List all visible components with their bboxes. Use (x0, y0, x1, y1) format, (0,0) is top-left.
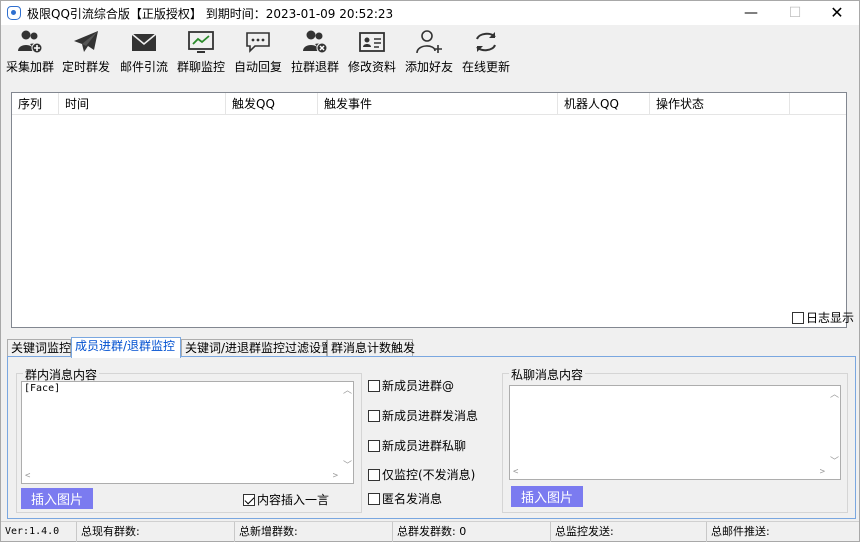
id-card-icon (359, 32, 385, 52)
private-insert-image-button[interactable]: 插入图片 (511, 486, 583, 507)
horizontal-scrollbar[interactable]: < > (510, 467, 828, 479)
chat-bubble-icon (246, 32, 270, 53)
column-header-time[interactable]: 时间 (59, 93, 226, 115)
title-bar: 极限QQ引流综合版【正版授权】 到期时间：2023-01-09 20:52:23… (1, 1, 859, 25)
horizontal-scrollbar[interactable]: < > (22, 471, 341, 483)
checkbox-box[interactable] (368, 410, 380, 422)
scroll-left-icon[interactable]: < (25, 471, 30, 481)
toolbar-label: 邮件引流 (119, 60, 168, 74)
monitor-chart-icon (188, 31, 214, 53)
refresh-icon (476, 32, 496, 52)
toolbar-label: 在线更新 (461, 60, 510, 74)
status-total-broadcast: 总群发群数: 0 (393, 522, 551, 542)
option-label: 匿名发消息 (382, 492, 443, 506)
checkbox-box[interactable] (368, 380, 380, 392)
app-window: 极限QQ引流综合版【正版授权】 到期时间：2023-01-09 20:52:23… (0, 0, 860, 542)
option-label: 新成员进群发消息 (382, 409, 479, 423)
status-bar: Ver:1.4.0 总现有群数: 总新增群数: 总群发群数: 0 总监控发送: … (1, 521, 859, 542)
scroll-up-icon[interactable]: ︿ (830, 387, 839, 400)
tab-member-join-leave-monitor[interactable]: 成员进群/退群监控 (71, 337, 181, 358)
option-label: 新成员进群@ (382, 379, 455, 393)
vertical-scrollbar[interactable]: ︿ ﹀ (828, 386, 840, 467)
toolbar-label: 修改资料 (347, 60, 396, 74)
option-label: 新成员进群私聊 (382, 439, 467, 453)
group-message-value: [Face] (24, 383, 61, 394)
log-table-header: 序列 时间 触发QQ 触发事件 机器人QQ 操作状态 (12, 93, 846, 115)
status-version: Ver:1.4.0 (1, 522, 77, 542)
option-new-member-send-message[interactable]: 新成员进群发消息 (368, 407, 478, 424)
minimize-button[interactable]: — (729, 1, 773, 25)
status-total-monitor-send: 总监控发送: (551, 522, 707, 542)
auto-reply-button[interactable]: 自动回复 (230, 27, 286, 75)
tab-filter-settings[interactable]: 关键词/进退群监控过滤设置 (181, 339, 333, 357)
group-insert-image-button[interactable]: 插入图片 (21, 488, 93, 509)
private-message-textarea[interactable]: ︿ ﹀ < > (509, 385, 841, 480)
checkbox-box[interactable] (368, 440, 380, 452)
checkbox-box[interactable] (792, 312, 804, 324)
paper-plane-icon (74, 31, 98, 52)
scheduled-broadcast-button[interactable]: 定时群发 (59, 27, 113, 75)
toolbar-label: 定时群发 (61, 60, 110, 74)
add-friend-button[interactable]: 添加好友 (401, 27, 457, 75)
window-title: 极限QQ引流综合版【正版授权】 到期时间：2023-01-09 20:52:23 (27, 7, 394, 21)
group-message-textarea[interactable]: [Face] ︿ ﹀ < > (21, 381, 354, 484)
scroll-down-icon[interactable]: ﹀ (830, 454, 839, 467)
toolbar-label: 群聊监控 (176, 60, 225, 74)
pull-quit-group-button[interactable]: 拉群退群 (287, 27, 343, 75)
option-monitor-only[interactable]: 仅监控(不发消息) (368, 466, 475, 483)
users-remove-icon (303, 30, 328, 54)
toolbar-label: 添加好友 (404, 60, 453, 74)
insert-quote-label: 内容插入一言 (257, 493, 330, 507)
column-header-status[interactable]: 操作状态 (650, 93, 790, 115)
option-new-member-private-chat[interactable]: 新成员进群私聊 (368, 437, 466, 454)
toolbar-label: 拉群退群 (290, 60, 339, 74)
private-message-groupbox: 私聊消息内容 ︿ ﹀ < > 插入图片 (502, 366, 848, 513)
option-new-member-at[interactable]: 新成员进群@ (368, 377, 454, 394)
insert-quote-checkbox[interactable]: 内容插入一言 (243, 491, 329, 508)
envelope-icon (131, 33, 157, 51)
close-button[interactable]: ✕ (815, 1, 859, 25)
tab-message-count-trigger[interactable]: 群消息计数触发 (327, 339, 415, 357)
app-logo-icon (7, 6, 21, 20)
user-add-icon (416, 30, 442, 54)
option-label: 仅监控(不发消息) (382, 468, 476, 482)
collect-join-groups-button[interactable]: 采集加群 (3, 27, 57, 75)
scroll-right-icon[interactable]: > (333, 471, 338, 481)
vertical-scrollbar[interactable]: ︿ ﹀ (341, 382, 353, 471)
log-table[interactable]: 序列 时间 触发QQ 触发事件 机器人QQ 操作状态 日志显示 (11, 92, 854, 328)
checkbox-box[interactable] (368, 469, 380, 481)
edit-profile-button[interactable]: 修改资料 (344, 27, 400, 75)
column-header-robot-qq[interactable]: 机器人QQ (558, 93, 650, 115)
checkbox-box[interactable] (243, 494, 255, 506)
group-message-groupbox: 群内消息内容 [Face] ︿ ﹀ < > 插入图片 内容插入一言 (16, 366, 362, 513)
column-header-index[interactable]: 序列 (12, 93, 59, 115)
scroll-right-icon[interactable]: > (820, 467, 825, 477)
status-total-new-groups: 总新增群数: (235, 522, 393, 542)
mail-traffic-button[interactable]: 邮件引流 (116, 27, 172, 75)
online-update-button[interactable]: 在线更新 (458, 27, 514, 75)
tab-keyword-monitor[interactable]: 关键词监控 (7, 339, 71, 357)
column-header-trigger-event[interactable]: 触发事件 (318, 93, 558, 115)
status-total-mail-push: 总邮件推送: (711, 525, 770, 538)
maximize-button[interactable]: ☐ (773, 1, 817, 25)
log-display-label: 日志显示 (806, 311, 855, 325)
toolbar: 采集加群 定时群发 邮件引流 群聊监控 自动回复 拉群退群 修改资料 添加好友 … (1, 27, 859, 77)
group-chat-monitor-button[interactable]: 群聊监控 (173, 27, 229, 75)
toolbar-label: 采集加群 (5, 60, 54, 74)
log-display-checkbox[interactable]: 日志显示 (792, 309, 854, 326)
scroll-up-icon[interactable]: ︿ (343, 383, 352, 396)
scroll-down-icon[interactable]: ﹀ (343, 458, 352, 471)
status-total-groups: 总现有群数: (77, 522, 235, 542)
checkbox-box[interactable] (368, 493, 380, 505)
tab-panel: 群内消息内容 [Face] ︿ ﹀ < > 插入图片 内容插入一言 新成员进群@ (7, 356, 856, 519)
toolbar-label: 自动回复 (233, 60, 282, 74)
scroll-left-icon[interactable]: < (513, 467, 518, 477)
private-message-title: 私聊消息内容 (509, 366, 586, 383)
option-anonymous-message[interactable]: 匿名发消息 (368, 490, 442, 507)
column-header-trigger-qq[interactable]: 触发QQ (226, 93, 318, 115)
users-add-icon (18, 30, 43, 54)
